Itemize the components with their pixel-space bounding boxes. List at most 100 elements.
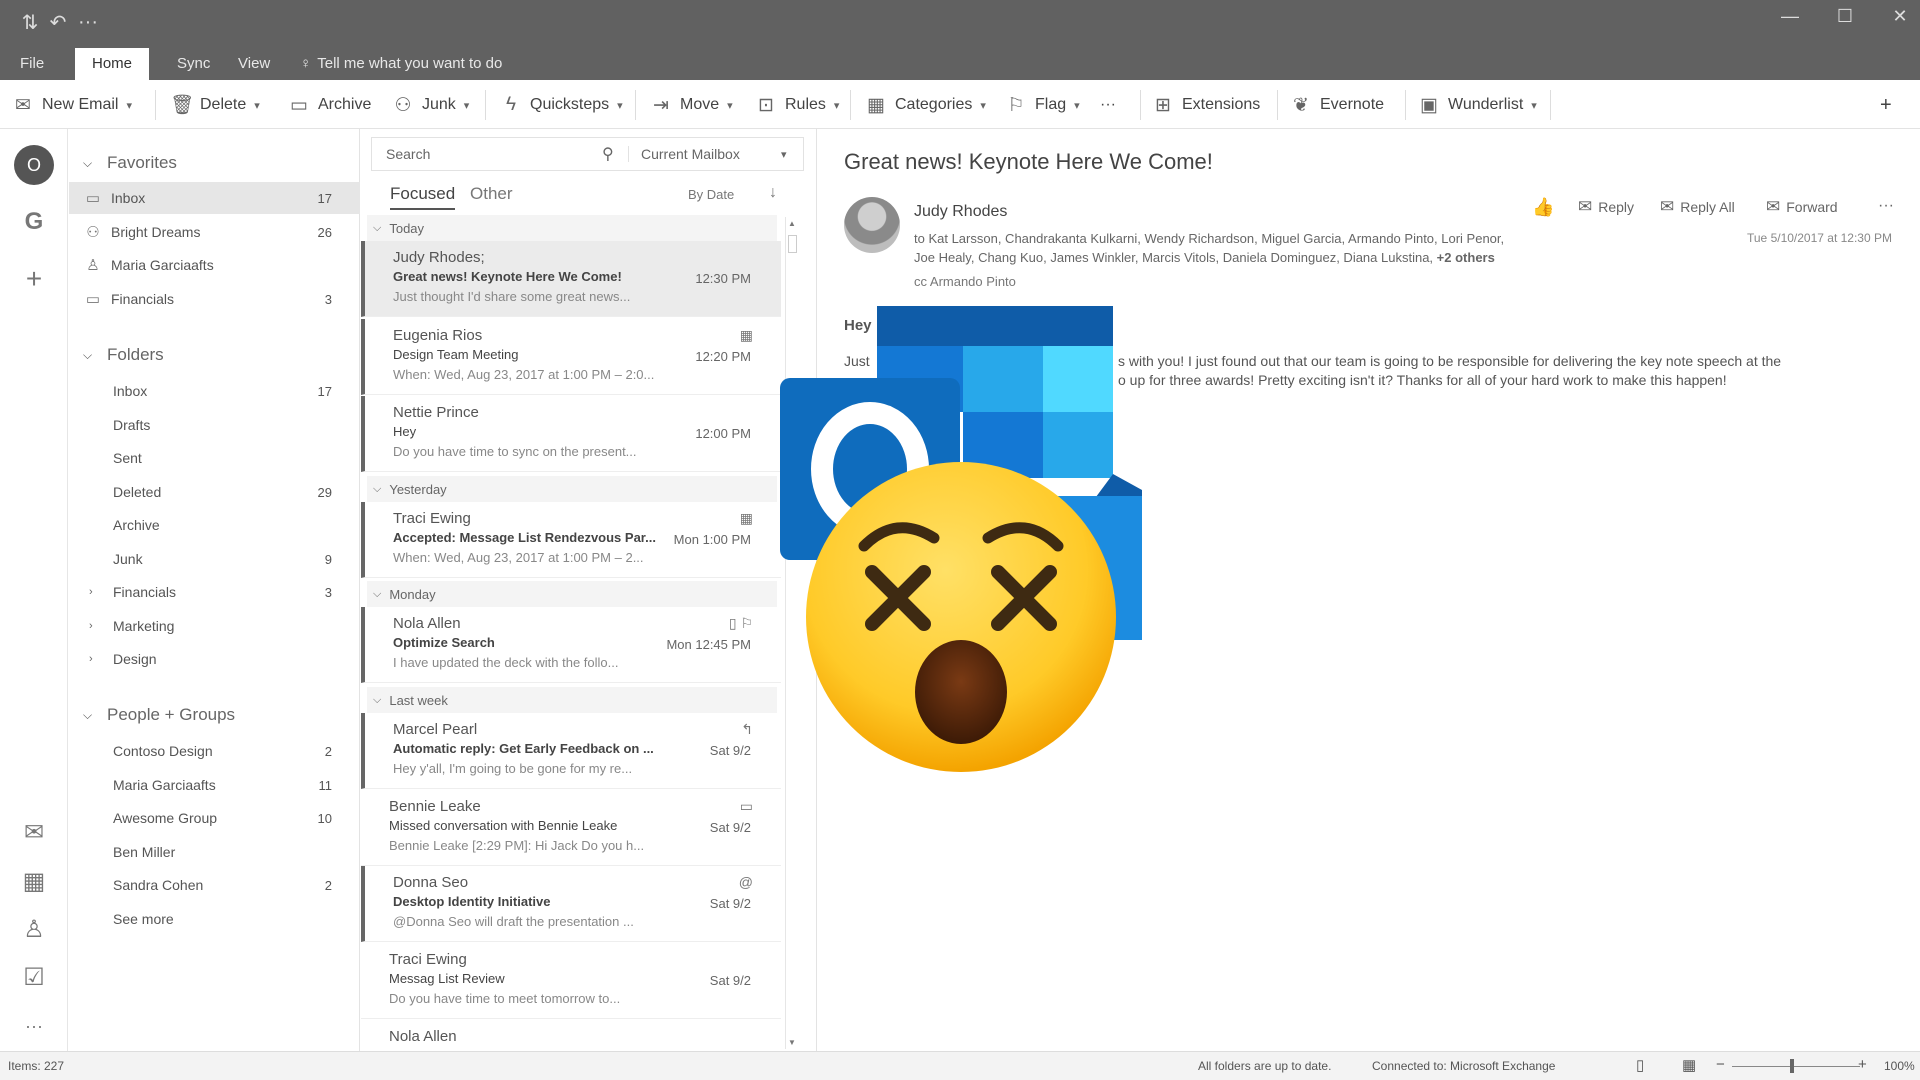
wunderlist-button[interactable]: ▣ Wunderlist ▾ [1418, 90, 1537, 120]
chevron-down-icon[interactable]: ▾ [781, 148, 803, 161]
folder-item-design[interactable]: › Design [69, 643, 360, 675]
message-item[interactable]: Judy Rhodes; Great news! Keynote Here We … [361, 241, 781, 317]
calendar-icon[interactable]: ▦ [14, 862, 54, 902]
folder-item-marketing[interactable]: › Marketing [69, 610, 360, 642]
forward-button[interactable]: ✉ Forward [1766, 197, 1838, 217]
scope-dropdown[interactable]: Current Mailbox [628, 146, 781, 162]
chevron-down-icon[interactable]: ▾ [254, 99, 260, 112]
scroll-up-icon[interactable]: ▲ [788, 219, 796, 228]
message-item[interactable]: Nola Allen [361, 1020, 781, 1051]
group-item-sandra-cohen[interactable]: Sandra Cohen 2 [69, 869, 360, 901]
tab-focused[interactable]: Focused [390, 184, 456, 210]
reply-all-button[interactable]: ✉ Reply All [1660, 197, 1735, 217]
folder-item-inbox[interactable]: Inbox 17 [69, 375, 360, 407]
group-header-last-week[interactable]: ⌵ Last week [367, 687, 777, 713]
more-actions-button[interactable]: ··· [1878, 197, 1894, 215]
group-item-maria[interactable]: Maria Garciaafts 11 [69, 769, 360, 801]
outlook-account-icon[interactable]: O [14, 145, 54, 185]
reply-button[interactable]: ✉ Reply [1578, 197, 1634, 217]
zoom-out-icon[interactable]: − [1716, 1056, 1725, 1073]
more-recipients-link[interactable]: +2 others [1437, 250, 1495, 265]
rules-button[interactable]: ⊡ Rules ▾ [755, 90, 839, 120]
search-input[interactable]: Search [372, 146, 602, 162]
favorite-item-maria[interactable]: ♙ Maria Garciaafts [69, 249, 360, 281]
delete-button[interactable]: 🗑 Delete ▾ [170, 90, 260, 120]
message-item[interactable]: Nola Allen Optimize Search I have updated … [361, 607, 781, 683]
close-icon[interactable]: ✕ [1880, 6, 1920, 34]
flag-icon[interactable]: ▯ ⚐ [729, 615, 753, 632]
favorite-item-financials[interactable]: ▭ Financials 3 [69, 283, 360, 315]
folder-item-financials[interactable]: › Financials 3 [69, 576, 360, 608]
zoom-slider[interactable] [1732, 1066, 1860, 1067]
reading-view-icon[interactable]: ▦ [1682, 1056, 1696, 1074]
sort-dropdown[interactable]: By Date [688, 187, 734, 202]
chevron-down-icon[interactable]: ▾ [126, 99, 132, 112]
like-button[interactable]: 👍 [1532, 197, 1554, 218]
extensions-button[interactable]: ⊞ Extensions [1152, 90, 1260, 120]
scroll-down-icon[interactable]: ▼ [788, 1038, 796, 1047]
archive-button[interactable]: ▭ Archive [288, 90, 371, 120]
new-email-button[interactable]: ✉ New Email ▾ [12, 90, 132, 120]
mail-icon[interactable]: ✉ [14, 813, 54, 853]
message-item[interactable]: Donna Seo Desktop Identity Initiative @Don… [361, 866, 781, 942]
move-button[interactable]: ⇥ Move ▾ [650, 90, 733, 120]
evernote-button[interactable]: ❦ Evernote [1290, 90, 1384, 120]
message-item[interactable]: Nettie Prince Hey Do you have time to sync… [361, 396, 781, 472]
people-groups-header[interactable]: ⌵ People + Groups [83, 705, 235, 725]
maximize-icon[interactable]: ☐ [1825, 6, 1865, 34]
search-icon[interactable]: ⚲ [602, 144, 628, 164]
sender-name[interactable]: Judy Rhodes [914, 203, 1007, 221]
see-more-link[interactable]: See more [69, 903, 360, 935]
message-item[interactable]: Marcel Pearl Automatic reply: Get Early F… [361, 713, 781, 789]
junk-button[interactable]: ⚇ Junk ▾ [392, 90, 469, 120]
message-item[interactable]: Eugenia Rios Design Team Meeting When: Wed… [361, 319, 781, 395]
tab-home[interactable]: Home [75, 48, 150, 80]
sort-direction-icon[interactable]: ↓ [769, 184, 777, 202]
categories-button[interactable]: ▦ Categories ▾ [865, 90, 986, 120]
folder-item-sent[interactable]: Sent [69, 442, 360, 474]
favorites-header[interactable]: ⌵ Favorites [83, 153, 177, 173]
tab-other[interactable]: Other [470, 184, 513, 204]
chevron-down-icon: ⌵ [83, 155, 93, 170]
folder-item-deleted[interactable]: Deleted 29 [69, 476, 360, 508]
more-commands-button[interactable]: ··· [1100, 90, 1116, 120]
tab-sync[interactable]: Sync [177, 48, 210, 80]
minimize-icon[interactable]: — [1770, 6, 1810, 34]
zoom-in-icon[interactable]: + [1858, 1056, 1867, 1073]
folders-header[interactable]: ⌵ Folders [83, 345, 164, 365]
folder-item-junk[interactable]: Junk 9 [69, 543, 360, 575]
scroll-thumb[interactable] [788, 235, 797, 253]
quicksteps-button[interactable]: ϟ Quicksteps ▾ [500, 90, 623, 120]
normal-view-icon[interactable]: ▯ [1636, 1056, 1644, 1074]
tab-view[interactable]: View [238, 48, 270, 80]
more-apps-icon[interactable]: ··· [14, 1006, 54, 1046]
group-item-contoso-design[interactable]: Contoso Design 2 [69, 735, 360, 767]
status-bar: Items: 227 All folders are up to date. C… [0, 1051, 1920, 1080]
zoom-slider-thumb[interactable] [1790, 1059, 1794, 1073]
avatar[interactable] [844, 197, 900, 253]
folder-item-drafts[interactable]: Drafts [69, 409, 360, 441]
group-header-monday[interactable]: ⌵ Monday [367, 581, 777, 607]
group-header-yesterday[interactable]: ⌵ Yesterday [367, 476, 777, 502]
add-ribbon-button[interactable]: + [1880, 90, 1892, 120]
flag-button[interactable]: ⚐ Flag ▾ [1005, 90, 1079, 120]
tab-file[interactable]: File [20, 48, 44, 80]
chevron-right-icon[interactable]: › [89, 586, 105, 598]
message-item[interactable]: Bennie Leake Missed conversation with Ben… [361, 790, 781, 866]
chevron-right-icon[interactable]: › [89, 653, 105, 665]
google-account-icon[interactable]: G [14, 202, 54, 242]
chevron-right-icon[interactable]: › [89, 620, 105, 632]
group-header-today[interactable]: ⌵ Today [367, 215, 777, 241]
message-item[interactable]: Traci Ewing Messag List Review Do you have… [361, 943, 781, 1019]
folder-item-archive[interactable]: Archive [69, 509, 360, 541]
add-account-icon[interactable]: + [14, 259, 54, 299]
message-item[interactable]: Traci Ewing Accepted: Message List Rendez… [361, 502, 781, 578]
tell-me-box[interactable]: ♀ Tell me what you want to do [300, 48, 502, 80]
favorite-item-inbox[interactable]: ▭ Inbox 17 [69, 182, 360, 214]
group-item-awesome-group[interactable]: Awesome Group 10 [69, 802, 360, 834]
more-icon[interactable]: ··· [70, 8, 106, 36]
tasks-icon[interactable]: ☑ [14, 958, 54, 998]
people-icon[interactable]: ♙ [14, 910, 54, 950]
favorite-item-bright-dreams[interactable]: ⚇ Bright Dreams 26 [69, 216, 360, 248]
group-item-ben-miller[interactable]: Ben Miller [69, 836, 360, 868]
